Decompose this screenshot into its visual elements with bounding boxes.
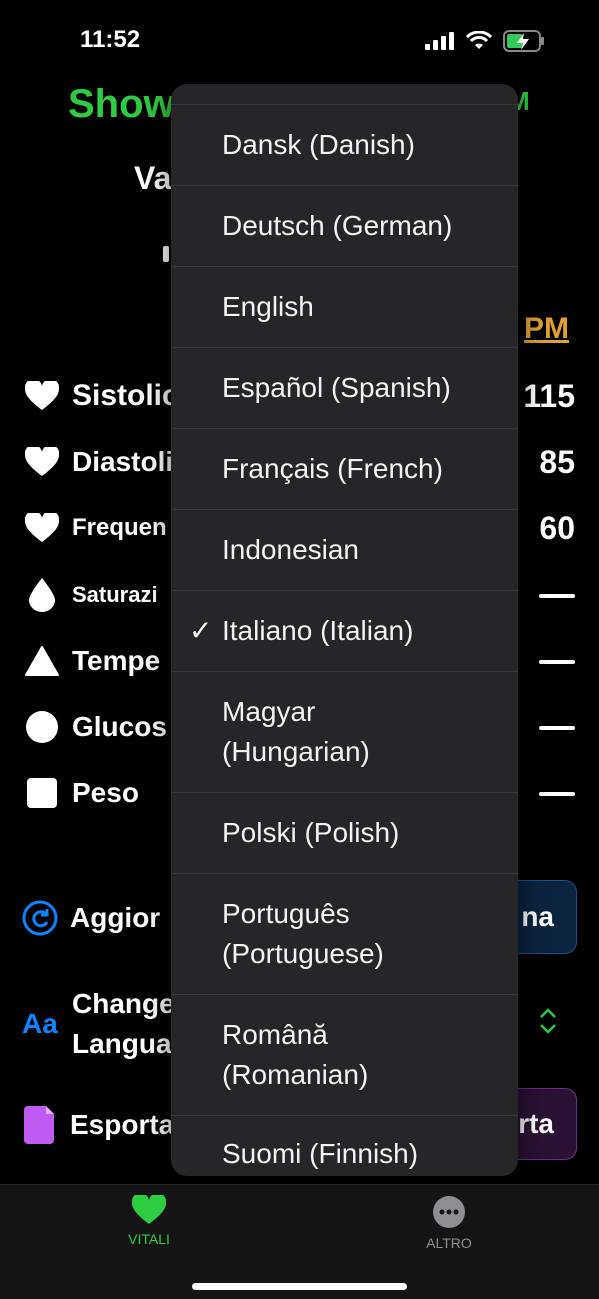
menu-item-label: Dansk (Danish) — [222, 129, 415, 160]
heart-icon — [24, 444, 60, 480]
document-icon — [24, 1106, 54, 1144]
menu-item-indonesian[interactable]: Indonesian — [171, 509, 518, 590]
vital-value: 115 — [523, 378, 575, 414]
language-label-line1: Change — [72, 988, 175, 1019]
menu-item-label-line1: Português — [222, 898, 350, 929]
language-label-line2: Langua — [72, 1028, 172, 1059]
export-row[interactable]: Esporta — [22, 1106, 174, 1144]
menu-item-english[interactable]: English — [171, 266, 518, 347]
menu-item-french[interactable]: Français (French) — [171, 428, 518, 509]
update-button-label: na — [521, 901, 554, 932]
time-link[interactable]: PM — [524, 312, 569, 346]
status-time: 11:52 — [80, 26, 141, 53]
vital-row-diastolic[interactable]: Diastoli — [24, 444, 173, 480]
menu-item-hungarian[interactable]: Magyar (Hungarian) — [171, 671, 518, 792]
battery-charging-icon — [503, 30, 544, 52]
tab-label: VITALI — [128, 1231, 170, 1247]
vital-value: 60 — [539, 510, 575, 546]
heart-icon — [24, 378, 60, 414]
menu-item-label: Español (Spanish) — [222, 372, 451, 403]
vital-row-saturation[interactable]: Saturazi — [24, 577, 158, 613]
heart-icon — [132, 1195, 166, 1224]
menu-item-polish[interactable]: Polski (Polish) — [171, 792, 518, 873]
update-row[interactable]: Aggior — [22, 900, 160, 936]
export-label: Esporta — [70, 1109, 175, 1140]
menu-item-label-line2: (Romanian) — [222, 1059, 369, 1090]
refresh-icon — [22, 900, 58, 936]
partial-text-mark — [163, 246, 169, 262]
menu-item-label-line2: (Portuguese) — [222, 938, 384, 969]
vital-row-systolic[interactable]: Sistolic — [24, 378, 179, 414]
vital-label: Glucos — [72, 711, 167, 742]
export-button-label: rta — [518, 1108, 554, 1139]
page-title: Show — [68, 82, 175, 126]
drop-icon — [24, 577, 60, 613]
square-icon — [24, 775, 60, 811]
language-label: Change Langua — [72, 984, 175, 1064]
vital-value: 85 — [539, 444, 575, 480]
more-icon — [433, 1196, 465, 1228]
menu-item-label: Indonesian — [222, 534, 360, 565]
language-row[interactable]: Aa Change Langua — [22, 984, 175, 1064]
menu-item-label-line1: Română — [222, 1019, 328, 1050]
vital-label: Frequen — [72, 514, 167, 541]
menu-item-finnish[interactable]: Suomi (Finnish) — [171, 1115, 518, 1176]
menu-item-label: Deutsch (German) — [222, 210, 453, 241]
empty-value-dash — [539, 726, 575, 730]
vital-label: Peso — [72, 777, 139, 808]
menu-item-label-line1: Magyar — [222, 696, 316, 727]
tab-vitali[interactable]: VITALI — [89, 1195, 209, 1247]
menu-item-label: Italiano (Italian) — [222, 615, 414, 646]
circle-icon — [24, 709, 60, 745]
empty-value-dash — [539, 594, 575, 598]
vital-label: Sistolic — [72, 379, 179, 412]
menu-item-label: Français (French) — [222, 453, 443, 484]
text-size-icon: Aa — [22, 1008, 58, 1039]
heart-icon — [24, 510, 60, 546]
vital-label: Tempe — [72, 645, 161, 676]
menu-item-romanian[interactable]: Română (Romanian) — [171, 994, 518, 1115]
wifi-icon — [465, 31, 493, 49]
chevron-up-down-icon[interactable] — [538, 1006, 558, 1036]
page-subtitle: Va — [134, 160, 172, 196]
cellular-signal-icon — [425, 32, 454, 50]
menu-item-spanish[interactable]: Español (Spanish) — [171, 347, 518, 428]
vital-row-temperature[interactable]: Tempe — [24, 643, 160, 679]
tab-label: ALTRO — [426, 1235, 472, 1251]
vital-label: Saturazi — [72, 582, 158, 607]
language-dropdown-menu[interactable]: Dansk (Danish) Deutsch (German) English … — [171, 84, 518, 1176]
menu-item-portuguese[interactable]: Português (Portuguese) — [171, 873, 518, 994]
tab-altro[interactable]: ALTRO — [389, 1195, 509, 1251]
menu-item-danish[interactable]: Dansk (Danish) — [171, 104, 518, 185]
triangle-icon — [24, 643, 60, 679]
menu-item-german[interactable]: Deutsch (German) — [171, 185, 518, 266]
vital-row-weight[interactable]: Peso — [24, 775, 139, 811]
menu-item-label: English — [222, 291, 314, 322]
checkmark-icon: ✓ — [189, 615, 213, 646]
update-label: Aggior — [70, 902, 161, 933]
vital-row-glucose[interactable]: Glucos — [24, 709, 167, 745]
home-indicator — [192, 1283, 407, 1290]
menu-item-italian[interactable]: ✓ Italiano (Italian) — [171, 590, 518, 671]
empty-value-dash — [539, 792, 575, 796]
vital-row-heart-rate[interactable]: Frequen — [24, 510, 167, 546]
vital-label: Diastoli — [72, 446, 174, 477]
empty-value-dash — [539, 660, 575, 664]
tab-bar: VITALI ALTRO — [0, 1184, 599, 1299]
menu-item-label-line2: (Hungarian) — [222, 736, 370, 767]
menu-item-label: Polski (Polish) — [222, 817, 400, 848]
menu-item-label: Suomi (Finnish) — [222, 1138, 419, 1169]
status-icons — [425, 30, 545, 52]
